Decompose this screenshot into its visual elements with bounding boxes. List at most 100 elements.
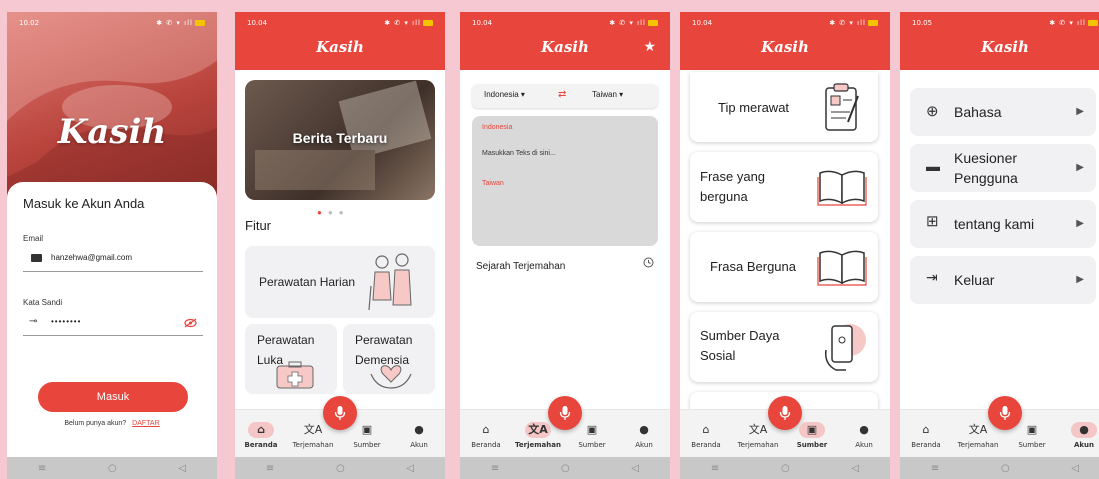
app-title: Kasih (541, 38, 589, 56)
status-time: 10.04 (472, 19, 493, 27)
home-key-icon[interactable]: ○ (1001, 463, 1010, 474)
status-time: 10.05 (912, 19, 933, 27)
menu-key-icon[interactable]: ≡ (931, 463, 939, 474)
feature-dementia-care[interactable]: Perawatan Demensia (343, 324, 435, 394)
home-key-icon[interactable]: ○ (108, 463, 117, 474)
nav-account[interactable]: ● Akun (395, 422, 443, 449)
translate-icon: 文A (968, 423, 988, 436)
back-key-icon[interactable]: ◁ (631, 463, 639, 474)
nav-label: Sumber (578, 441, 606, 449)
dot-active[interactable]: ● (317, 208, 328, 217)
nav-sources[interactable]: ▣ Sumber (568, 422, 616, 449)
menu-language[interactable]: ⊕ Bahasa ▶ (910, 88, 1096, 136)
status-icons: ✱ ✆ ▾ ıll (384, 19, 433, 27)
nav-home[interactable]: ⌂ Beranda (902, 422, 950, 449)
login-heading: Masuk ke Akun Anda (23, 196, 145, 211)
login-button[interactable]: Masuk (38, 382, 188, 412)
translate-screen: 10.04 ✱ ✆ ▾ ıll Kasih ★ Indonesia ▾ ⇄ Ta… (460, 12, 670, 479)
dot[interactable]: ● (339, 208, 350, 217)
email-field[interactable]: hanzehwa@gmail.com (23, 248, 203, 272)
password-value: •••••••• (51, 317, 82, 326)
source-card-useful-phrases[interactable]: Frase yang berguna (690, 152, 878, 222)
chevron-down-icon: ▾ (518, 90, 525, 99)
caring-hands-icon (370, 365, 412, 389)
status-icons: ✱ ✆ ▾ ıll (156, 19, 205, 27)
book-icon: ▣ (586, 423, 598, 436)
section-title: Fitur (245, 218, 271, 233)
nav-label: Akun (410, 441, 428, 449)
menu-key-icon[interactable]: ≡ (491, 463, 499, 474)
history-row[interactable]: Sejarah Terjemahan (476, 256, 656, 276)
first-aid-kit-icon (276, 361, 314, 389)
back-key-icon[interactable]: ◁ (851, 463, 859, 474)
phone-hand-icon (824, 324, 866, 371)
status-icons: ✱ ✆ ▾ ıll (829, 19, 878, 27)
nav-sources[interactable]: ▣ Sumber (343, 422, 391, 449)
menu-about[interactable]: ⊞ tentang kami ▶ (910, 200, 1096, 248)
source-label: Frasa Berguna (710, 259, 796, 274)
mail-icon (31, 254, 42, 262)
clock-icon (643, 257, 654, 268)
system-nav-bar: ≡ ○ ◁ (460, 457, 670, 479)
feature-wound-care[interactable]: Perawatan Luka (245, 324, 337, 394)
nav-account[interactable]: ● Akun (840, 422, 888, 449)
person-icon: ● (859, 423, 869, 436)
source-language-value: Indonesia (484, 90, 519, 99)
menu-key-icon[interactable]: ≡ (711, 463, 719, 474)
app-bar: 10.05 ✱ ✆ ▾ ıll Kasih (900, 12, 1099, 70)
home-icon: ⌂ (248, 422, 274, 438)
nav-home[interactable]: ⌂ Beranda (462, 422, 510, 449)
source-card-care-tips[interactable]: Tip merawat (690, 72, 878, 142)
menu-label: Kuesioner Pengguna (954, 150, 1018, 186)
home-key-icon[interactable]: ○ (561, 463, 570, 474)
mic-icon (999, 406, 1011, 420)
source-label: Indonesia (482, 124, 513, 131)
history-label: Sejarah Terjemahan (476, 261, 566, 272)
back-key-icon[interactable]: ◁ (1071, 463, 1079, 474)
source-language-select[interactable]: Indonesia ▾ (484, 90, 525, 99)
eye-off-icon[interactable] (184, 318, 197, 328)
dot[interactable]: ● (328, 208, 339, 217)
star-icon[interactable]: ★ (643, 38, 656, 55)
language-selector: Indonesia ▾ ⇄ Taiwan ▾ (472, 84, 658, 108)
menu-logout[interactable]: ⇥ Keluar ▶ (910, 256, 1096, 304)
feedback-icon: ▬ (926, 158, 940, 174)
nav-home[interactable]: ⌂ Beranda (237, 422, 285, 449)
back-key-icon[interactable]: ◁ (406, 463, 414, 474)
menu-key-icon[interactable]: ≡ (266, 463, 274, 474)
swap-icon[interactable]: ⇄ (558, 89, 566, 100)
globe-icon: ⊕ (926, 103, 939, 120)
text-input[interactable]: Masukkan Teks di sini... (482, 150, 556, 157)
nav-label: Beranda (911, 441, 941, 449)
source-card-social-resources[interactable]: Sumber Daya Sosial (690, 312, 878, 382)
book-icon: ▣ (799, 422, 825, 438)
system-nav-bar: ≡ ○ ◁ (7, 457, 217, 479)
home-key-icon[interactable]: ○ (336, 463, 345, 474)
elderly-couple-icon (368, 253, 412, 311)
app-bar: 10.04 ✱ ✆ ▾ ıll Kasih ★ (460, 12, 670, 70)
feature-daily-care[interactable]: Perawatan Harian (245, 246, 435, 318)
menu-key-icon[interactable]: ≡ (38, 463, 46, 474)
home-key-icon[interactable]: ○ (781, 463, 790, 474)
nav-sources[interactable]: ▣ Sumber (788, 422, 836, 449)
back-key-icon[interactable]: ◁ (178, 463, 186, 474)
target-language-select[interactable]: Taiwan ▾ (592, 90, 623, 99)
nav-account[interactable]: ● Akun (620, 422, 668, 449)
nav-home[interactable]: ⌂ Beranda (682, 422, 730, 449)
mic-icon (559, 406, 571, 420)
nav-label: Sumber (353, 441, 381, 449)
password-field[interactable]: ⊸ •••••••• (23, 312, 203, 336)
register-link[interactable]: DAFTAR (132, 420, 159, 427)
email-label: Email (23, 234, 44, 243)
nav-account[interactable]: ● Akun (1060, 422, 1099, 449)
carousel-dots: ●●● (317, 208, 350, 217)
nav-sources[interactable]: ▣ Sumber (1008, 422, 1056, 449)
menu-questionnaire[interactable]: ▬ Kuesioner Pengguna ▶ (910, 144, 1096, 192)
no-account-text: Belum punya akun? (64, 420, 127, 427)
news-banner[interactable]: Berita Terbaru (245, 80, 435, 200)
nav-label: Beranda (471, 441, 501, 449)
source-card-phrases[interactable]: Frasa Berguna (690, 232, 878, 302)
status-bar: 10.05 ✱ ✆ ▾ ıll (900, 12, 1099, 34)
target-label: Taiwan (482, 180, 504, 187)
status-time: 10.04 (692, 19, 713, 27)
